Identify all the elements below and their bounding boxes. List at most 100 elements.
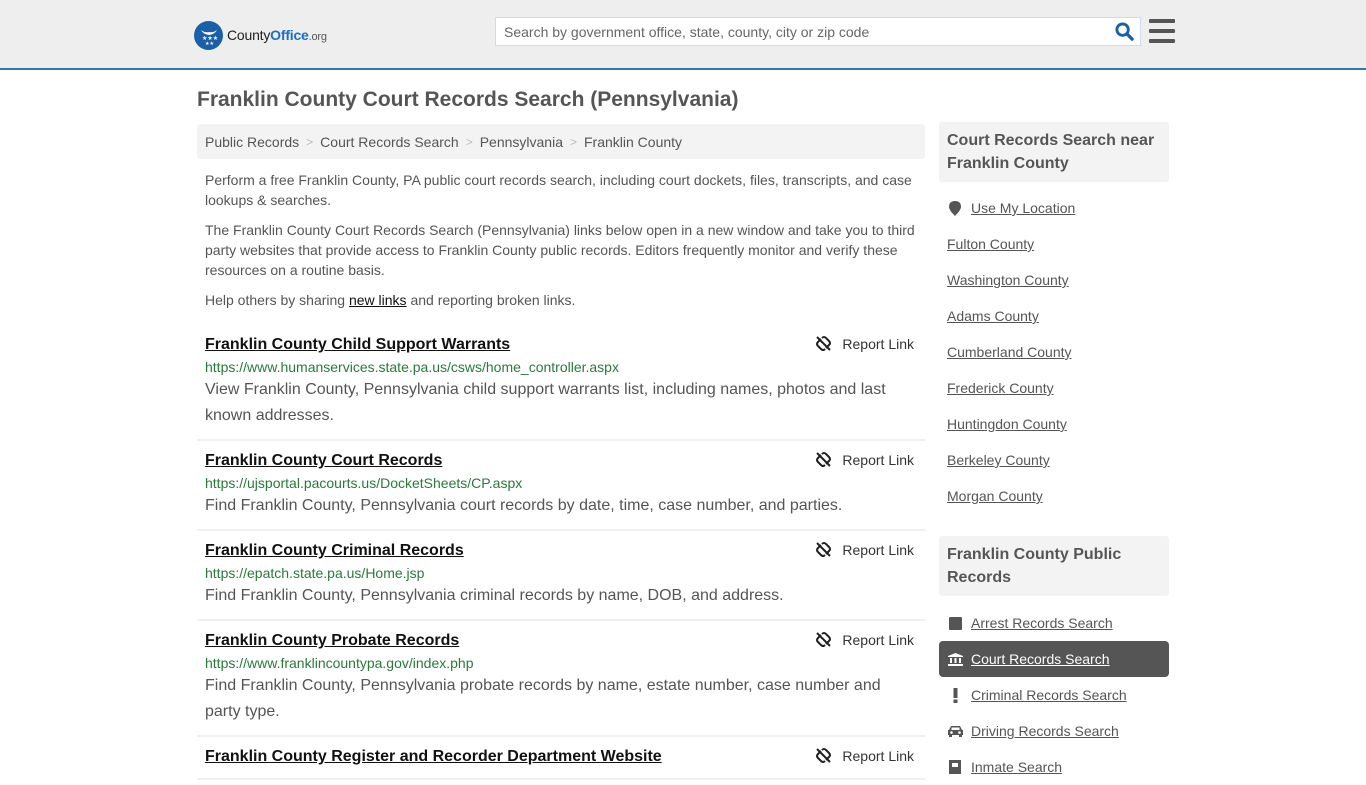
- resource-link-url: https://epatch.state.pa.us/Home.jsp: [205, 565, 425, 581]
- report-link-button[interactable]: Report Link: [815, 747, 914, 764]
- nearby-county-item[interactable]: Washington County: [939, 262, 1169, 298]
- site-header: ★★★ ★★ CountyOffice.org: [0, 0, 1366, 70]
- resource-link-description: Find Franklin County, Pennsylvania court…: [205, 497, 843, 514]
- breadcrumb-court-records-search[interactable]: Court Records Search: [320, 134, 459, 150]
- nearby-county-item[interactable]: Huntingdon County: [939, 406, 1169, 442]
- nearby-county-link[interactable]: Berkeley County: [947, 452, 1050, 468]
- nearby-county-item[interactable]: Morgan County: [939, 478, 1169, 514]
- search-icon: [1114, 22, 1134, 41]
- intro-text: Perform a free Franklin County, PA publi…: [197, 170, 925, 310]
- list-item: Franklin County Register and Recorder De…: [197, 737, 925, 780]
- report-link-button[interactable]: Report Link: [815, 335, 914, 352]
- intro-paragraph-2: The Franklin County Court Records Search…: [205, 222, 915, 278]
- nearby-county-link[interactable]: Huntingdon County: [947, 416, 1067, 432]
- sidebar-item-court-records[interactable]: Court Records Search: [939, 641, 1169, 677]
- list-item: Franklin County Criminal Records Report …: [197, 531, 925, 621]
- list-item: Franklin County Probate Records Report L…: [197, 621, 925, 737]
- nearby-list: Use My Location Fulton County Washington…: [939, 190, 1169, 514]
- sidebar-item-label[interactable]: Criminal Records Search: [971, 687, 1127, 703]
- report-link-label: Report Link: [842, 541, 914, 558]
- nearby-county-link[interactable]: Fulton County: [947, 236, 1034, 252]
- car-icon: [947, 725, 963, 737]
- resource-link-url: https://www.humanservices.state.pa.us/cs…: [205, 359, 619, 375]
- sidebar-item-driving-records[interactable]: Driving Records Search: [939, 713, 1169, 749]
- resource-link-description: Find Franklin County, Pennsylvania crimi…: [205, 587, 784, 604]
- report-link-button[interactable]: Report Link: [815, 631, 914, 648]
- report-link-label: Report Link: [842, 747, 914, 764]
- intro-help-text: Help others by sharing: [205, 292, 349, 308]
- broken-link-icon: [816, 452, 832, 467]
- exclamation-icon: [947, 687, 963, 703]
- intro-paragraph-3: Help others by sharing new links and rep…: [205, 290, 917, 310]
- resource-link-title[interactable]: Franklin County Child Support Warrants: [205, 334, 510, 356]
- resource-link-url: https://ujsportal.pacourts.us/DocketShee…: [205, 475, 523, 491]
- sidebar-item-criminal-records[interactable]: Criminal Records Search: [939, 677, 1169, 713]
- svg-text:★★: ★★: [205, 41, 214, 46]
- broken-link-icon: [816, 542, 832, 557]
- resource-links-list: Franklin County Child Support Warrants R…: [197, 329, 925, 780]
- intro-help-text-end: and reporting broken links.: [406, 292, 576, 308]
- breadcrumb-public-records[interactable]: Public Records: [205, 134, 299, 150]
- report-link-button[interactable]: Report Link: [815, 451, 914, 468]
- resource-link-title[interactable]: Franklin County Register and Recorder De…: [205, 746, 662, 768]
- nearby-county-item[interactable]: Adams County: [939, 298, 1169, 334]
- nearby-county-item[interactable]: Berkeley County: [939, 442, 1169, 478]
- breadcrumb-franklin-county[interactable]: Franklin County: [584, 134, 682, 150]
- hamburger-menu-icon-bar: [1149, 39, 1175, 43]
- nearby-county-item[interactable]: Cumberland County: [939, 334, 1169, 370]
- hamburger-menu-button[interactable]: [1149, 19, 1175, 43]
- resource-link-title[interactable]: Franklin County Court Records: [205, 450, 442, 472]
- sidebar-nearby: Court Records Search near Franklin Count…: [939, 122, 1169, 514]
- breadcrumb-separator: >: [569, 134, 577, 149]
- intro-paragraph-1: Perform a free Franklin County, PA publi…: [205, 172, 912, 208]
- page-title: Franklin County Court Records Search (Pe…: [197, 88, 739, 111]
- nearby-county-link[interactable]: Frederick County: [947, 380, 1054, 396]
- report-link-label: Report Link: [842, 451, 914, 468]
- resource-link-url: https://www.franklincountypa.gov/index.p…: [205, 655, 474, 671]
- search-input[interactable]: [496, 18, 1108, 45]
- nearby-county-link[interactable]: Adams County: [947, 308, 1039, 324]
- resource-link-description: View Franklin County, Pennsylvania child…: [205, 381, 886, 424]
- resource-link-description: Find Franklin County, Pennsylvania proba…: [205, 677, 881, 720]
- report-link-button[interactable]: Report Link: [815, 541, 914, 558]
- nearby-county-link[interactable]: Washington County: [947, 272, 1069, 288]
- breadcrumb-separator: >: [465, 134, 473, 149]
- broken-link-icon: [816, 336, 832, 351]
- sidebar-item-label[interactable]: Inmate Search: [971, 759, 1062, 775]
- square-icon: [947, 616, 963, 630]
- nearby-county-link[interactable]: Morgan County: [947, 488, 1043, 504]
- logo-county: County: [227, 27, 271, 43]
- list-item: Franklin County Court Records Report Lin…: [197, 441, 925, 531]
- sidebar-nearby-heading: Court Records Search near Franklin Count…: [939, 122, 1169, 182]
- sidebar-item-inmate-search[interactable]: Inmate Search: [939, 749, 1169, 785]
- site-logo[interactable]: ★★★ ★★ CountyOffice.org: [194, 20, 327, 50]
- search-bar: [495, 17, 1141, 46]
- use-my-location-item[interactable]: Use My Location: [939, 190, 1169, 226]
- eagle-stars-logo-icon: ★★★ ★★: [194, 20, 223, 50]
- nearby-county-link[interactable]: Cumberland County: [947, 344, 1072, 360]
- search-button[interactable]: [1108, 18, 1140, 45]
- resource-link-title[interactable]: Franklin County Probate Records: [205, 630, 459, 652]
- nearby-county-item[interactable]: Fulton County: [939, 226, 1169, 262]
- report-link-label: Report Link: [842, 631, 914, 648]
- hamburger-menu-icon-bar: [1149, 29, 1175, 33]
- report-link-label: Report Link: [842, 335, 914, 352]
- courthouse-icon: [947, 652, 963, 666]
- logo-org: .org: [308, 31, 327, 43]
- resource-link-title[interactable]: Franklin County Criminal Records: [205, 540, 464, 562]
- new-links-link[interactable]: new links: [349, 292, 407, 308]
- list-item: Franklin County Child Support Warrants R…: [197, 329, 925, 441]
- nearby-county-item[interactable]: Frederick County: [939, 370, 1169, 406]
- breadcrumb-pennsylvania[interactable]: Pennsylvania: [480, 134, 563, 150]
- jail-icon: [947, 760, 963, 774]
- main-content: Public Records > Court Records Search > …: [197, 124, 925, 780]
- sidebar-item-arrest-records[interactable]: Arrest Records Search: [939, 605, 1169, 641]
- broken-link-icon: [816, 748, 832, 763]
- broken-link-icon: [816, 632, 832, 647]
- logo-office: Office: [270, 27, 309, 43]
- use-my-location-link[interactable]: Use My Location: [971, 200, 1075, 216]
- sidebar-item-label[interactable]: Arrest Records Search: [971, 615, 1113, 631]
- sidebar-public-records: Franklin County Public Records Arrest Re…: [939, 536, 1169, 775]
- sidebar-item-label[interactable]: Court Records Search: [971, 651, 1110, 667]
- sidebar-item-label[interactable]: Driving Records Search: [971, 723, 1119, 739]
